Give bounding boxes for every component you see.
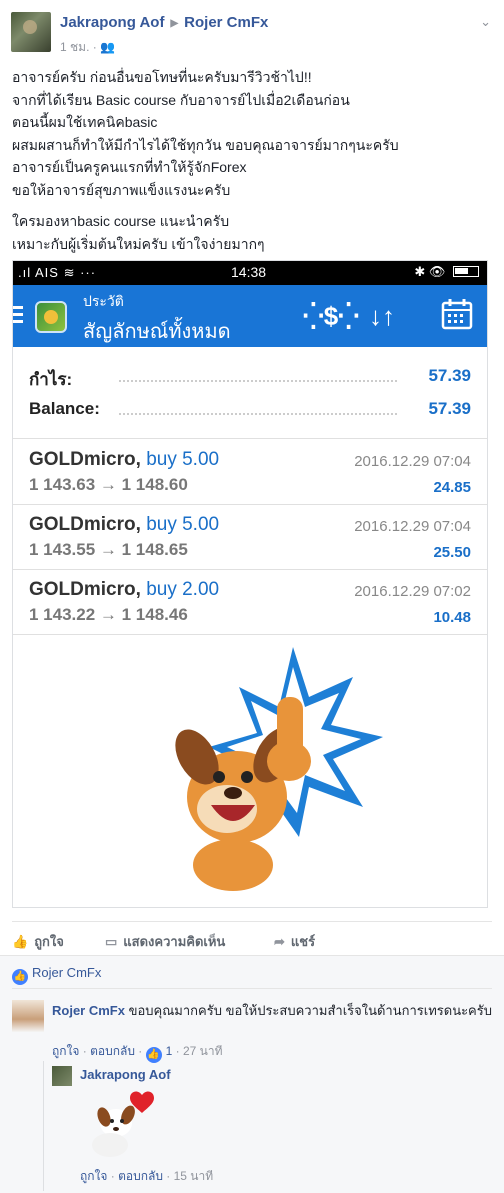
signal-icon: .ıl AIS ≋ ··· <box>18 265 97 280</box>
sort-icon: ↓↑ <box>369 301 395 331</box>
like-label: ถูกใจ <box>34 934 64 949</box>
post-text: อาจารย์ครับ ก่อนอื่นขอโทษที่นะครับมารีวิ… <box>12 66 494 255</box>
deal-row: GOLDmicro, buy 5.00 1 143.55 → 1 148.65 … <box>13 506 487 570</box>
app-subtitle: ประวัติ <box>83 293 124 309</box>
post-line: อาจารย์ครับ ก่อนอื่นขอโทษที่นะครับมารีวิ… <box>12 69 312 85</box>
reply-like-link[interactable]: ถูกใจ <box>80 1169 107 1183</box>
deal-profit: 10.48 <box>433 609 471 626</box>
deal-symbol: GOLDmicro, <box>29 449 141 470</box>
commenter-avatar[interactable] <box>12 1000 44 1032</box>
comment-time[interactable]: 27 นาที <box>183 1044 223 1058</box>
deal-row: GOLDmicro, buy 5.00 1 143.63 → 1 148.60 … <box>13 441 487 505</box>
summary-label: กำไร: <box>29 370 73 389</box>
share-button[interactable]: ➦ แชร์ <box>274 931 315 952</box>
friends-icon: 👥 <box>100 40 116 54</box>
post-names: Jakrapong Aof ▶ Rojer CmFx <box>60 14 268 31</box>
deal-date: 2016.12.29 07:02 <box>354 583 471 600</box>
comment-reply-link[interactable]: ตอบกลับ <box>90 1044 135 1058</box>
phone-status-bar: .ıl AIS ≋ ··· 14:38 ✱ 👁 <box>13 261 487 285</box>
post-line: ใครมองหาbasic course แนะนำครับ <box>12 213 230 229</box>
comment-meta: ถูกใจ · ตอบกลับ · 👍 1 · 27 นาที <box>52 1042 223 1063</box>
summary-value: 57.39 <box>428 366 471 385</box>
post-image[interactable]: .ıl AIS ≋ ··· 14:38 ✱ 👁 ประวัติ สัญลักษณ… <box>12 260 488 908</box>
thumbs-up-icon: 👍 <box>12 934 29 949</box>
share-icon: ➦ <box>274 934 285 949</box>
comment-button[interactable]: ▭ แสดงความคิดเห็น <box>105 931 225 952</box>
author-avatar[interactable] <box>11 12 51 52</box>
post-meta: 1 ชม. · 👥 <box>60 40 116 54</box>
comment-like-link[interactable]: ถูกใจ <box>52 1044 79 1058</box>
reply-time[interactable]: 15 นาที <box>174 1169 214 1183</box>
comment-text: ขอบคุณมากครับ ขอให้ประสบความสำเร็จในด้าน… <box>128 1003 492 1018</box>
reply-meta: ถูกใจ · ตอบกลับ · 15 นาที <box>80 1169 214 1183</box>
comment-author[interactable]: Rojer CmFx <box>52 1003 125 1018</box>
status-time: 14:38 <box>231 264 267 280</box>
post-line: ผสมผสานก็ทำให้มีกำไรได้ใช้ทุกวัน ขอบคุณอ… <box>12 136 399 153</box>
calendar-icon <box>441 298 473 337</box>
summary-row: กำไร: 57.39 <box>29 366 471 396</box>
dog-heart-sticker <box>80 1089 160 1161</box>
comment-label: แสดงความคิดเห็น <box>123 934 226 949</box>
post-line: จากที่ได้เรียน Basic course กับอาจารย์ไป… <box>12 91 350 108</box>
deal-symbol: GOLDmicro, <box>29 579 141 600</box>
app-bar: ประวัติ สัญลักษณ์ทั้งหมด ⁛$⁛ ↓↑ <box>13 285 487 347</box>
carrier-label: AIS <box>35 265 59 280</box>
summary-label: Balance: <box>29 399 100 418</box>
like-badge-icon: 👍 <box>12 969 28 985</box>
currency-icon: ⁛$⁛ <box>303 301 359 331</box>
summary-row: Balance: 57.39 <box>29 399 471 429</box>
arrow-right-icon: ▶ <box>170 18 179 29</box>
like-badge-icon: 👍 <box>145 1047 162 1063</box>
likes-summary[interactable]: 👍 Rojer CmFx <box>12 965 101 985</box>
post-time[interactable]: 1 ชม. <box>60 40 89 54</box>
author-name[interactable]: Jakrapong Aof <box>60 14 164 31</box>
comment-like-count[interactable]: 1 <box>166 1044 173 1058</box>
account-summary: กำไร: 57.39 Balance: 57.39 <box>13 347 487 439</box>
deal-prices: 1 143.22 → 1 148.46 <box>29 605 188 624</box>
post-line: อาจารย์เป็นครูคนแรกที่ทำให้รู้จักForex <box>12 159 247 175</box>
comment-body: Rojer CmFx ขอบคุณมากครับ ขอให้ประสบความส… <box>52 1001 492 1021</box>
post-line: ตอนนี้ผมใช้เทคนิคbasic <box>12 114 158 130</box>
summary-value: 57.39 <box>428 399 471 418</box>
post-line: เหมาะกับผู้เริ่มต้นใหม่ครับ เข้าใจง่ายมา… <box>12 235 265 252</box>
reply-avatar[interactable] <box>52 1066 72 1086</box>
deal-profit: 24.85 <box>433 479 471 496</box>
share-label: แชร์ <box>290 934 316 949</box>
app-title: สัญลักษณ์ทั้งหมด <box>83 321 231 343</box>
menu-icon <box>13 306 23 327</box>
deal-symbol: GOLDmicro, <box>29 514 141 535</box>
battery-icon: ✱ 👁 <box>414 264 479 280</box>
post-line: ขอให้อาจารย์สุขภาพแข็งแรงนะครับ <box>12 181 231 198</box>
post-actions: 👍 ถูกใจ ▭ แสดงความคิดเห็น ➦ แชร์ <box>12 921 492 955</box>
deal-op: buy 5.00 <box>146 514 220 535</box>
comment-icon: ▭ <box>105 934 118 949</box>
deal-profit: 25.50 <box>433 544 471 561</box>
deal-date: 2016.12.29 07:04 <box>354 518 471 535</box>
liker-name[interactable]: Rojer CmFx <box>32 965 101 980</box>
deal-row: GOLDmicro, buy 2.00 1 143.22 → 1 148.46 … <box>13 571 487 635</box>
post-header: Jakrapong Aof ▶ Rojer CmFx 1 ชม. · 👥 ⌄ <box>11 12 493 56</box>
deal-op: buy 5.00 <box>146 449 220 470</box>
reply-reply-link[interactable]: ตอบกลับ <box>118 1169 163 1183</box>
deal-prices: 1 143.63 → 1 148.60 <box>29 475 188 494</box>
deal-prices: 1 143.55 → 1 148.65 <box>29 540 188 559</box>
deal-op: buy 2.00 <box>146 579 220 600</box>
reply-author[interactable]: Jakrapong Aof <box>80 1067 171 1082</box>
target-name[interactable]: Rojer CmFx <box>184 14 268 31</box>
chevron-down-icon[interactable]: ⌄ <box>480 14 491 30</box>
metatrader-logo <box>35 301 67 333</box>
like-button[interactable]: 👍 ถูกใจ <box>12 931 64 952</box>
comments-section: 👍 Rojer CmFx Rojer CmFx ขอบคุณมากครับ ขอใ… <box>0 955 504 1193</box>
thumbs-up-dog-sticker <box>13 637 487 907</box>
deal-date: 2016.12.29 07:04 <box>354 453 471 470</box>
